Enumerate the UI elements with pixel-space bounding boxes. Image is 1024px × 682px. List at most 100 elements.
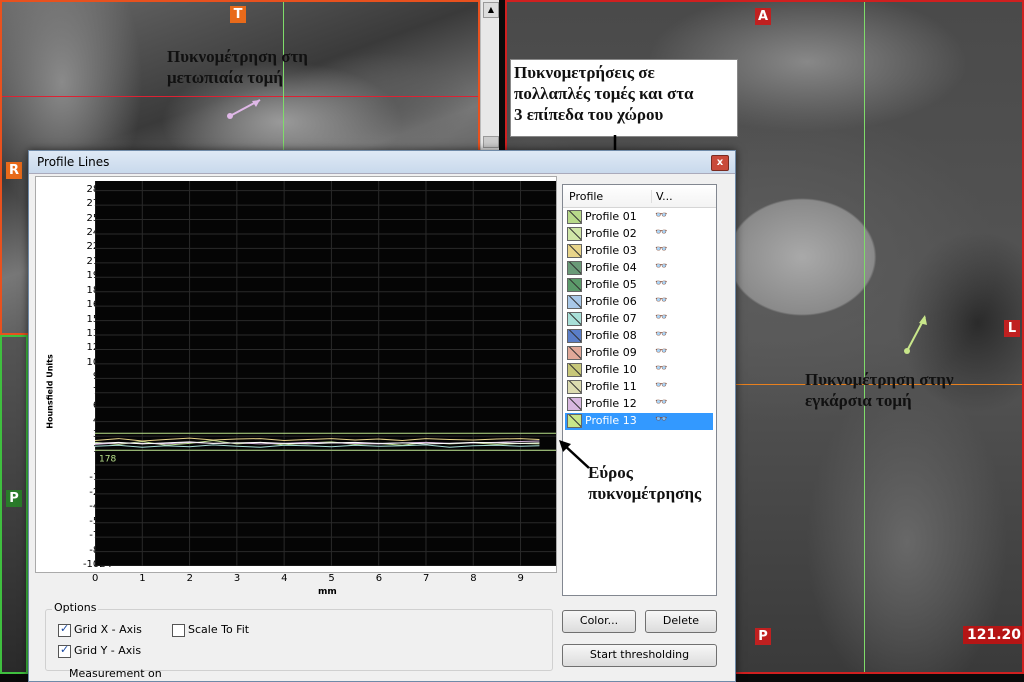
annotation-coronal-line2: μετωπιαία τομή [167, 68, 283, 87]
callout-multiplane-text: Πυκνομετρήσεις σε πολλαπλές τομές και στ… [514, 62, 734, 125]
profile-row[interactable]: Profile 13 👓 [565, 413, 713, 430]
x-tick-label: 4 [281, 573, 288, 584]
profile-row[interactable]: Profile 05 👓 [565, 277, 713, 294]
visibility-glasses-icon[interactable]: 👓 [655, 312, 667, 323]
profile-row[interactable]: Profile 07 👓 [565, 311, 713, 328]
profile-list-header: Profile V... [563, 185, 716, 208]
dialog-titlebar[interactable]: Profile Lines x [29, 151, 735, 174]
profile-color-swatch [567, 295, 582, 309]
profile-row[interactable]: Profile 12 👓 [565, 396, 713, 413]
delete-button[interactable]: Delete [645, 610, 717, 633]
orientation-top: T [230, 6, 246, 23]
profile-color-swatch [567, 210, 582, 224]
profile-row-label: Profile 12 [585, 397, 637, 410]
chart-plot-area[interactable]: 178 [95, 181, 556, 566]
scale-to-fit-label: Scale To Fit [188, 623, 250, 636]
callout-range-line1: Εύρος [588, 463, 633, 482]
orientation-posterior: P [755, 628, 771, 645]
header-profile[interactable]: Profile [569, 190, 603, 203]
visibility-glasses-icon[interactable]: 👓 [655, 278, 667, 289]
profile-row-label: Profile 04 [585, 261, 637, 274]
annotation-coronal: Πυκνομέτρηση στη μετωπιαία τομή [167, 46, 308, 88]
grid-x-label: Grid X - Axis [74, 623, 142, 636]
grid-y-label: Grid Y - Axis [74, 644, 142, 657]
x-tick-label: 8 [470, 573, 477, 584]
scale-to-fit-box[interactable] [172, 624, 185, 637]
scroll-up-arrow[interactable]: ▲ [483, 2, 499, 18]
grid-x-box[interactable] [58, 622, 71, 637]
x-tick-label: 1 [139, 573, 146, 584]
annotation-axial-line1: Πυκνομέτρηση στην [805, 370, 954, 389]
header-visible[interactable]: V... [651, 190, 673, 203]
visibility-glasses-icon[interactable]: 👓 [655, 329, 667, 340]
visibility-glasses-icon[interactable]: 👓 [655, 295, 667, 306]
threshold-lower-label: 178 [99, 454, 116, 464]
callout-multiplane-line2: πολλαπλές τομές και στα [514, 84, 694, 103]
callout-range-line2: πυκνομέτρησης [588, 484, 702, 503]
visibility-glasses-icon[interactable]: 👓 [655, 227, 667, 238]
annotation-axial: Πυκνομέτρηση στην εγκάρσια τομή [805, 369, 954, 411]
profile-row[interactable]: Profile 08 👓 [565, 328, 713, 345]
orientation-sagittal: P [6, 490, 22, 507]
color-button[interactable]: Color... [562, 610, 636, 633]
profile-row-label: Profile 07 [585, 312, 637, 325]
profile-row[interactable]: Profile 02 👓 [565, 226, 713, 243]
profile-row-label: Profile 01 [585, 210, 637, 223]
x-tick-label: 6 [375, 573, 383, 584]
x-tick-label: 2 [186, 573, 193, 584]
visibility-glasses-icon[interactable]: 👓 [655, 346, 667, 357]
visibility-glasses-icon[interactable]: 👓 [655, 380, 667, 391]
grid-y-box[interactable] [58, 643, 71, 658]
crosshair-vertical-axial [864, 2, 865, 672]
callout-range: Εύρος πυκνομέτρησης [588, 462, 701, 504]
profile-color-swatch [567, 278, 582, 292]
profile-row[interactable]: Profile 06 👓 [565, 294, 713, 311]
profile-color-swatch [567, 363, 582, 377]
x-tick-label: 3 [233, 573, 241, 584]
profile-line-coronal [227, 99, 261, 119]
visibility-glasses-icon[interactable]: 👓 [655, 244, 667, 255]
scroll-thumb[interactable] [483, 136, 499, 148]
profile-row-label: Profile 05 [585, 278, 637, 291]
profile-row[interactable]: Profile 03 👓 [565, 243, 713, 260]
profile-row[interactable]: Profile 11 👓 [565, 379, 713, 396]
profile-color-swatch [567, 397, 582, 411]
profile-line-axial [904, 315, 927, 354]
options-group: Options Grid X - Axis Scale To Fit Grid … [45, 601, 553, 671]
vertical-scrollbar[interactable]: ▲ [480, 0, 499, 150]
options-label: Options [52, 601, 99, 614]
profile-row-label: Profile 02 [585, 227, 637, 240]
profile-row-label: Profile 09 [585, 346, 637, 359]
visibility-glasses-icon[interactable]: 👓 [655, 261, 667, 272]
visibility-glasses-icon[interactable]: 👓 [655, 414, 667, 425]
profile-row[interactable]: Profile 04 👓 [565, 260, 713, 277]
profile-color-swatch [567, 244, 582, 258]
visibility-glasses-icon[interactable]: 👓 [655, 363, 667, 374]
profile-color-swatch [567, 329, 582, 343]
profile-color-swatch [567, 312, 582, 326]
x-tick-label: 5 [328, 573, 335, 584]
callout-multiplane: Πυκνομετρήσεις σε πολλαπλές τομές και στ… [510, 59, 738, 137]
visibility-glasses-icon[interactable]: 👓 [655, 210, 667, 221]
annotation-coronal-line1: Πυκνομέτρηση στη [167, 47, 308, 66]
profile-color-swatch [567, 346, 582, 360]
profile-row[interactable]: Profile 10 👓 [565, 362, 713, 379]
value-readout: 121.20 [963, 626, 1022, 644]
viewport-sagittal[interactable]: P [0, 335, 28, 674]
profile-color-swatch [567, 227, 582, 241]
profile-row[interactable]: Profile 01 👓 [565, 209, 713, 226]
profile-row[interactable]: Profile 09 👓 [565, 345, 713, 362]
profile-list[interactable]: Profile V... Profile 01 👓 Profile 02 👓 Profi… [562, 184, 717, 596]
profile-row-label: Profile 03 [585, 244, 637, 257]
annotation-axial-line2: εγκάρσια τομή [805, 391, 912, 410]
profile-color-swatch [567, 261, 582, 275]
close-button[interactable]: x [711, 155, 729, 171]
profile-row-label: Profile 06 [585, 295, 637, 308]
x-tick-label: 0 [92, 573, 99, 584]
profile-lines-dialog: Profile Lines x Hounsfield Units 2876272… [28, 150, 736, 682]
profile-row-label: Profile 11 [585, 380, 637, 393]
callout-multiplane-line1: Πυκνομετρήσεις σε [514, 63, 655, 82]
visibility-glasses-icon[interactable]: 👓 [655, 397, 667, 408]
profile-row-label: Profile 08 [585, 329, 637, 342]
start-thresholding-button[interactable]: Start thresholding [562, 644, 717, 667]
